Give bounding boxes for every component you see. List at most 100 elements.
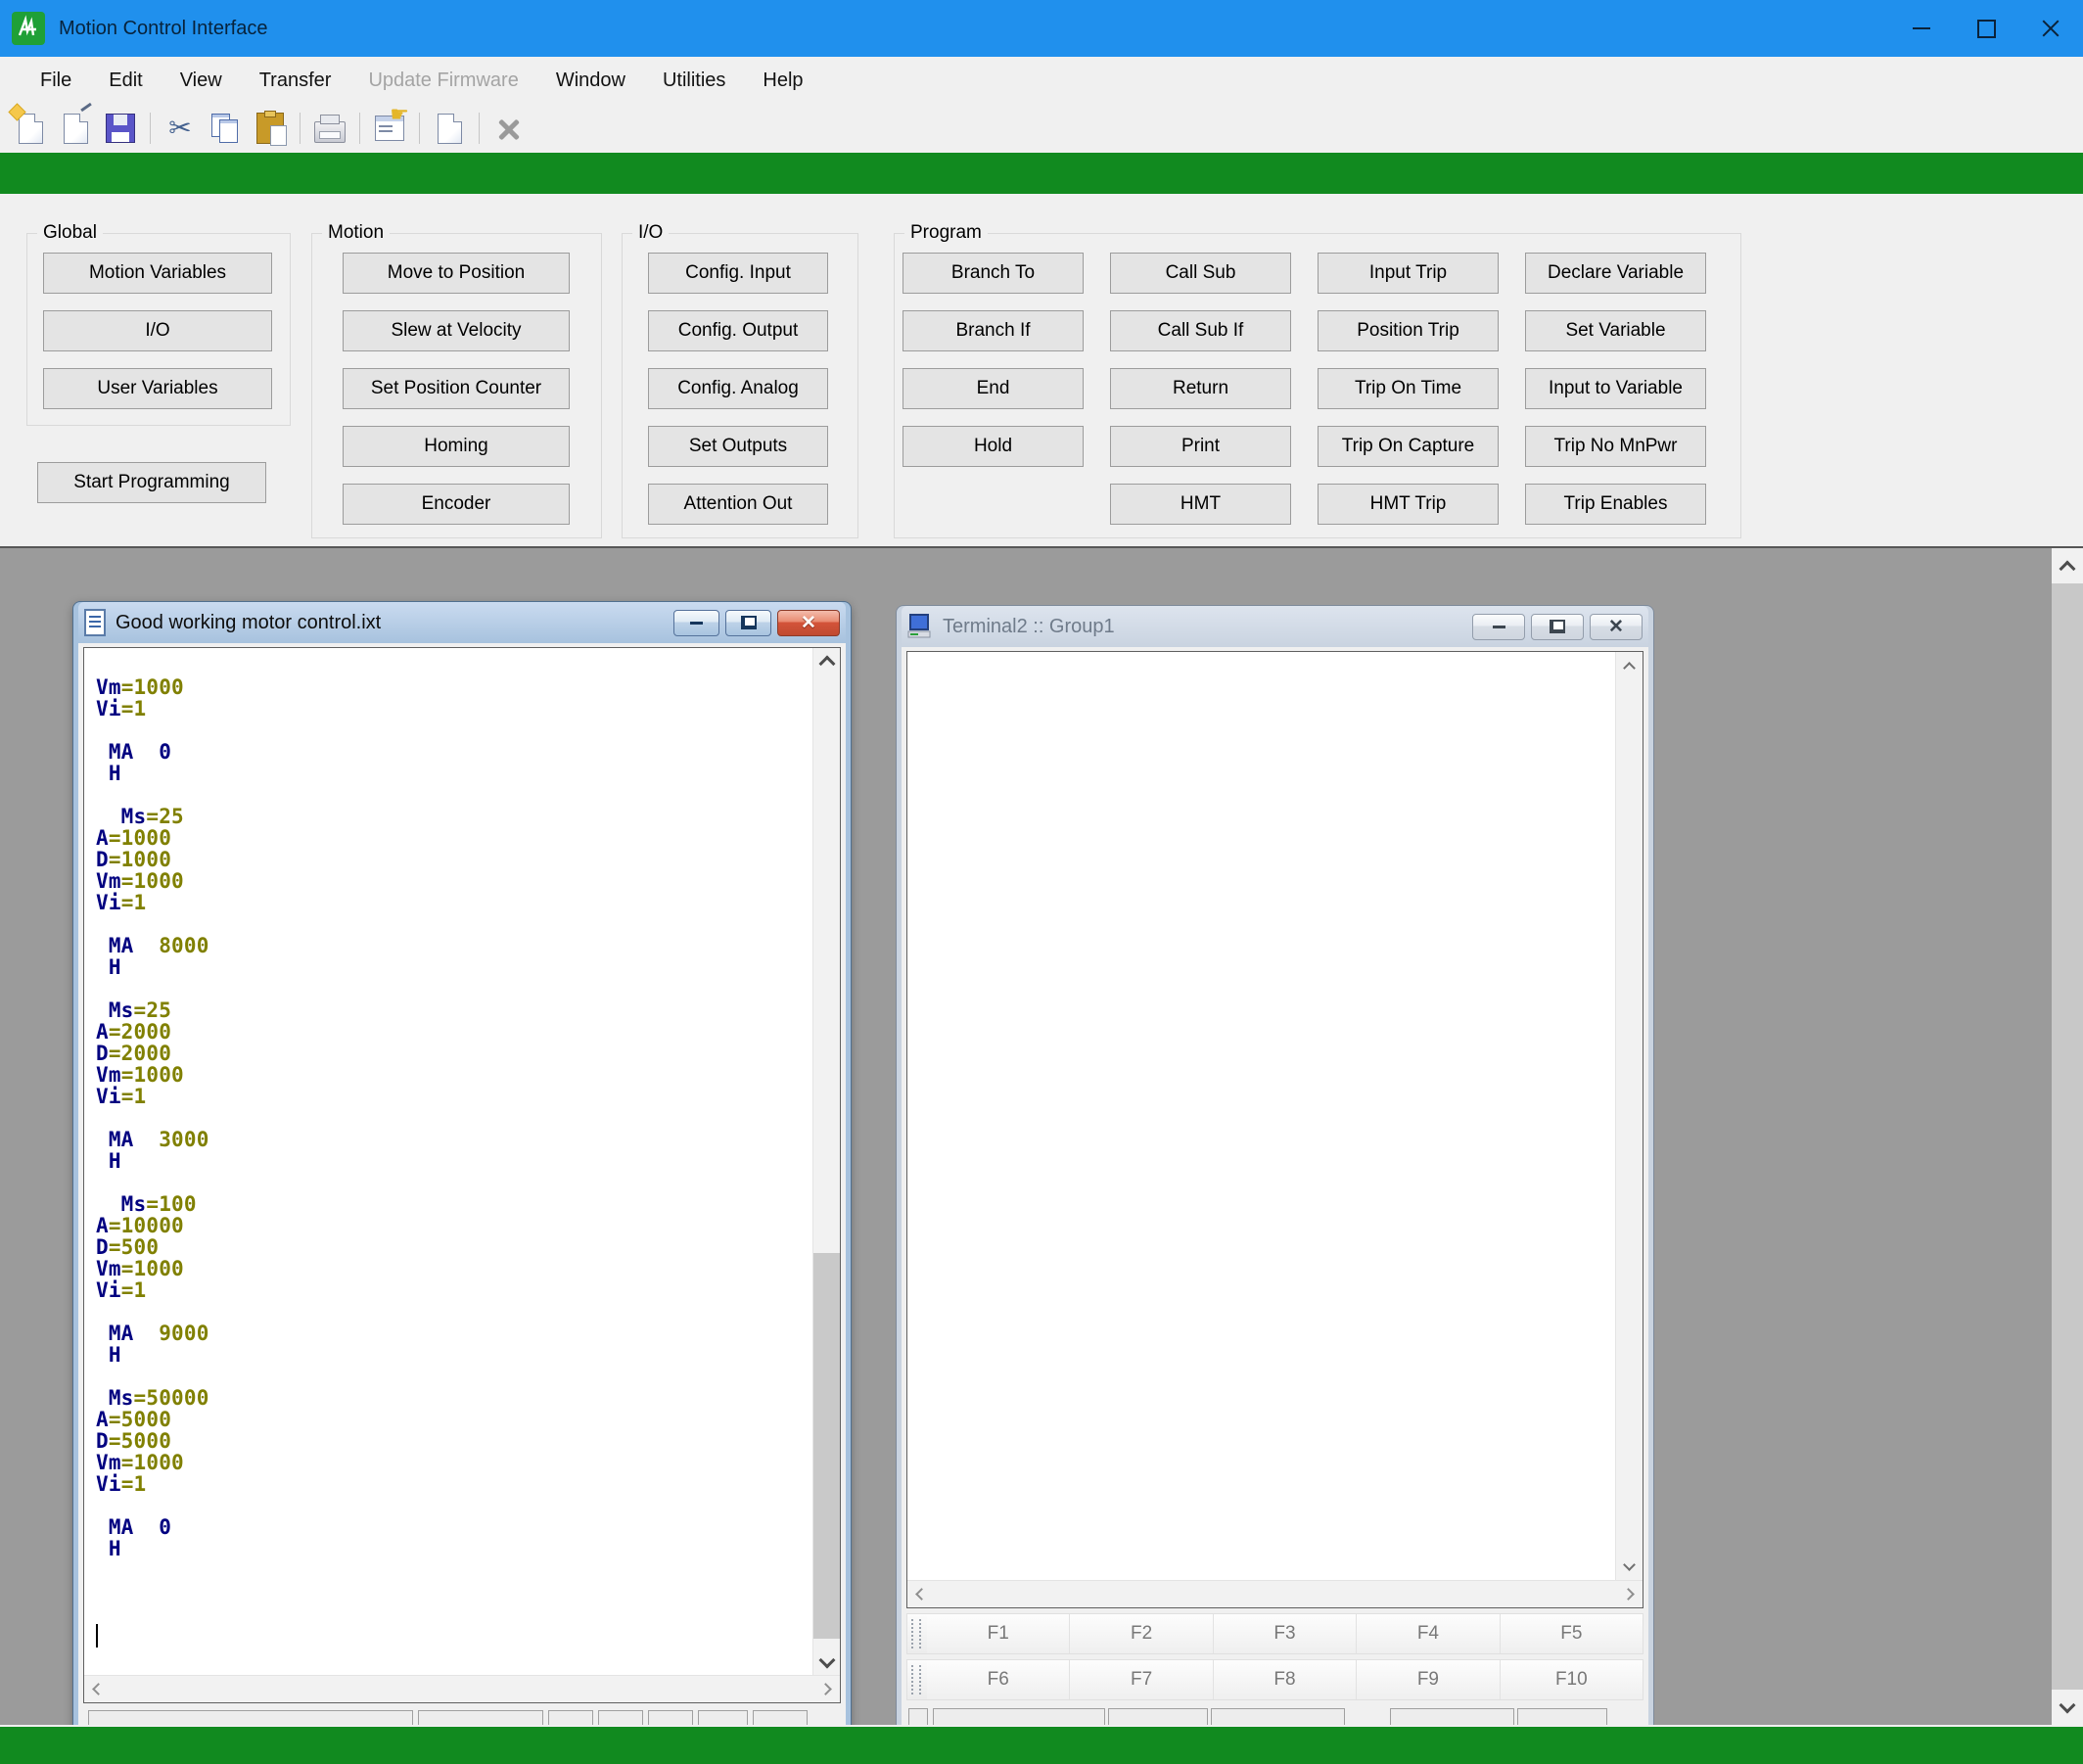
i-o-button[interactable]: I/O bbox=[43, 310, 272, 351]
minimize-icon bbox=[1913, 27, 1930, 29]
copy-icon[interactable] bbox=[203, 106, 248, 151]
config-analog-button[interactable]: Config. Analog bbox=[648, 368, 828, 409]
set-variable-button[interactable]: Set Variable bbox=[1525, 310, 1706, 351]
menu-help[interactable]: Help bbox=[744, 57, 821, 104]
terminal-horizontal-scrollbar[interactable] bbox=[907, 1580, 1643, 1607]
save-icon[interactable] bbox=[98, 106, 143, 151]
config-input-button[interactable]: Config. Input bbox=[648, 253, 828, 294]
fkey-f7-button[interactable]: F7 bbox=[1070, 1660, 1214, 1699]
scroll-up-button[interactable] bbox=[1616, 652, 1643, 678]
cut-icon[interactable]: ✂ bbox=[158, 106, 203, 151]
fkey-f6-button[interactable]: F6 bbox=[927, 1660, 1071, 1699]
call-sub-if-button[interactable]: Call Sub If bbox=[1110, 310, 1291, 351]
top-green-bar bbox=[0, 153, 2083, 194]
menu-edit[interactable]: Edit bbox=[90, 57, 161, 104]
fkey-f1-button[interactable]: F1 bbox=[927, 1614, 1071, 1653]
hold-button[interactable]: Hold bbox=[903, 426, 1084, 467]
terminal-titlebar[interactable]: Terminal2 :: Group1 ✕ bbox=[902, 606, 1648, 647]
trip-enables-button[interactable]: Trip Enables bbox=[1525, 484, 1706, 525]
menu-file[interactable]: File bbox=[22, 57, 90, 104]
terminal-restore-button[interactable] bbox=[1531, 613, 1584, 640]
status-panel bbox=[418, 1710, 543, 1725]
group-io: I/O Config. Input Config. Output Config. A… bbox=[622, 222, 858, 538]
scroll-down-button[interactable] bbox=[813, 1648, 840, 1675]
fkey-f3-button[interactable]: F3 bbox=[1213, 1614, 1358, 1653]
open-file-icon[interactable] bbox=[53, 102, 98, 151]
print-button[interactable]: Print bbox=[1110, 426, 1291, 467]
toolbar-separator bbox=[419, 113, 420, 144]
close-button[interactable] bbox=[2018, 0, 2083, 57]
mdi-vertical-scrollbar[interactable] bbox=[2052, 548, 2083, 1725]
toolbar-grip[interactable] bbox=[911, 1619, 921, 1648]
toolbar-grip[interactable] bbox=[911, 1665, 921, 1694]
declare-variable-button[interactable]: Declare Variable bbox=[1525, 253, 1706, 294]
editor-titlebar[interactable]: Good working motor control.ixt ✕ bbox=[78, 602, 846, 643]
print-icon[interactable] bbox=[307, 106, 352, 151]
editor-minimize-button[interactable] bbox=[673, 609, 719, 636]
return-button[interactable]: Return bbox=[1110, 368, 1291, 409]
terminal-vertical-scrollbar[interactable] bbox=[1615, 652, 1643, 1580]
menu-transfer[interactable]: Transfer bbox=[241, 57, 350, 104]
fkey-f8-button[interactable]: F8 bbox=[1213, 1660, 1358, 1699]
window-title: Motion Control Interface bbox=[59, 17, 268, 39]
terminal-minimize-button[interactable] bbox=[1472, 613, 1525, 640]
hmt-trip-button[interactable]: HMT Trip bbox=[1318, 484, 1499, 525]
end-button[interactable]: End bbox=[903, 368, 1084, 409]
set-outputs-button[interactable]: Set Outputs bbox=[648, 426, 828, 467]
editor-text-area[interactable]: Vm=1000 Vi=1 MA 0 H Ms=25 A=1000 D=1000 … bbox=[83, 647, 841, 1703]
trip-on-capture-button[interactable]: Trip On Capture bbox=[1318, 426, 1499, 467]
group-motion: Motion Move to Position Slew at Velocity S… bbox=[311, 222, 602, 538]
status-panel bbox=[1108, 1708, 1208, 1725]
menu-utilities[interactable]: Utilities bbox=[644, 57, 744, 104]
new-file-icon[interactable] bbox=[8, 104, 53, 151]
fkey-f5-button[interactable]: F5 bbox=[1500, 1614, 1643, 1653]
hmt-button[interactable]: HMT bbox=[1110, 484, 1291, 525]
scroll-down-button[interactable] bbox=[2052, 1690, 2083, 1725]
menu-window[interactable]: Window bbox=[537, 57, 644, 104]
move-to-position-button[interactable]: Move to Position bbox=[343, 253, 570, 294]
editor-horizontal-scrollbar[interactable] bbox=[84, 1675, 840, 1702]
new-document-icon[interactable] bbox=[427, 106, 472, 151]
code-content[interactable]: Vm=1000 Vi=1 MA 0 H Ms=25 A=1000 D=1000 … bbox=[96, 676, 807, 1650]
fkey-f4-button[interactable]: F4 bbox=[1357, 1614, 1501, 1653]
start-programming-button[interactable]: Start Programming bbox=[37, 462, 266, 503]
properties-icon[interactable]: ☛ bbox=[367, 103, 412, 151]
branch-to-button[interactable]: Branch To bbox=[903, 253, 1084, 294]
menu-view[interactable]: View bbox=[162, 57, 241, 104]
editor-close-button[interactable]: ✕ bbox=[777, 609, 840, 636]
paste-icon[interactable] bbox=[248, 106, 293, 151]
editor-restore-button[interactable] bbox=[725, 609, 771, 636]
call-sub-button[interactable]: Call Sub bbox=[1110, 253, 1291, 294]
scroll-up-button[interactable] bbox=[2052, 548, 2083, 583]
fkey-f9-button[interactable]: F9 bbox=[1357, 1660, 1501, 1699]
maximize-button[interactable] bbox=[1954, 0, 2018, 57]
fkey-f10-button[interactable]: F10 bbox=[1500, 1660, 1643, 1699]
set-position-counter-button[interactable]: Set Position Counter bbox=[343, 368, 570, 409]
user-variables-button[interactable]: User Variables bbox=[43, 368, 272, 409]
terminal-output-area[interactable] bbox=[906, 651, 1643, 1608]
trip-on-time-button[interactable]: Trip On Time bbox=[1318, 368, 1499, 409]
slew-at-velocity-button[interactable]: Slew at Velocity bbox=[343, 310, 570, 351]
editor-window: Good working motor control.ixt ✕ Vm=1000… bbox=[73, 602, 851, 1725]
editor-vertical-scrollbar[interactable] bbox=[812, 648, 840, 1675]
encoder-button[interactable]: Encoder bbox=[343, 484, 570, 525]
branch-if-button[interactable]: Branch If bbox=[903, 310, 1084, 351]
scrollbar-thumb[interactable] bbox=[813, 1253, 840, 1639]
trip-no-mnpwr-button[interactable]: Trip No MnPwr bbox=[1525, 426, 1706, 467]
minimize-button[interactable] bbox=[1889, 0, 1954, 57]
document-icon bbox=[84, 609, 106, 636]
homing-button[interactable]: Homing bbox=[343, 426, 570, 467]
scroll-down-button[interactable] bbox=[1616, 1554, 1643, 1580]
toolbar-separator bbox=[150, 113, 151, 144]
position-trip-button[interactable]: Position Trip bbox=[1318, 310, 1499, 351]
menu-update-firmware: Update Firmware bbox=[368, 70, 519, 91]
config-output-button[interactable]: Config. Output bbox=[648, 310, 828, 351]
terminal-close-button[interactable]: ✕ bbox=[1590, 613, 1643, 640]
attention-out-button[interactable]: Attention Out bbox=[648, 484, 828, 525]
chevron-down-icon bbox=[818, 1651, 835, 1668]
input-to-variable-button[interactable]: Input to Variable bbox=[1525, 368, 1706, 409]
fkey-f2-button[interactable]: F2 bbox=[1070, 1614, 1214, 1653]
scroll-up-button[interactable] bbox=[813, 648, 840, 674]
motion-variables-button[interactable]: Motion Variables bbox=[43, 253, 272, 294]
input-trip-button[interactable]: Input Trip bbox=[1318, 253, 1499, 294]
